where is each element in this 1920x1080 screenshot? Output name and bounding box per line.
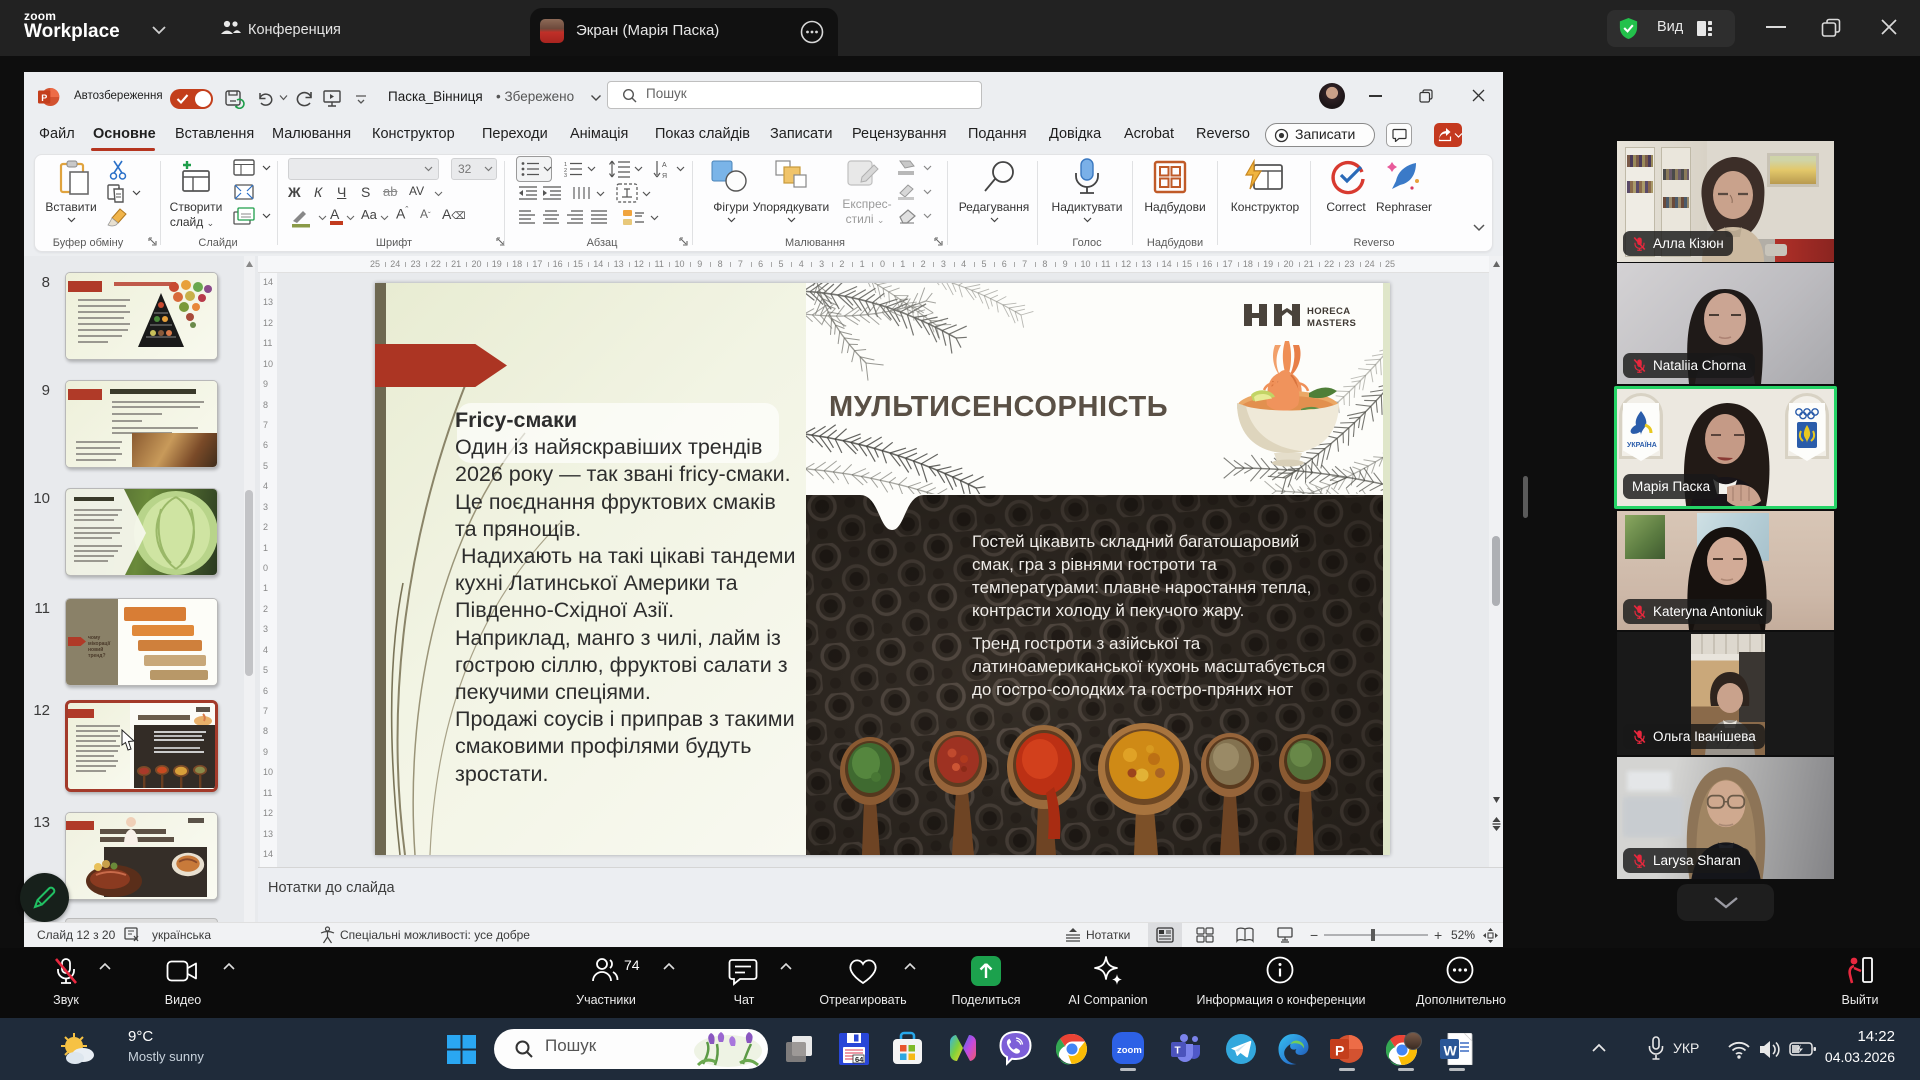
svg-text:P: P	[41, 93, 47, 103]
svg-text:W: W	[1444, 1043, 1458, 1059]
svg-text:УКРАЇНА: УКРАЇНА	[1627, 441, 1657, 449]
svg-text:3: 3	[564, 173, 567, 177]
svg-text:А: А	[662, 162, 667, 169]
svg-text:HORECA: HORECA	[1307, 306, 1351, 317]
svg-text:P: P	[1335, 1043, 1344, 1059]
svg-text:64: 64	[855, 1055, 864, 1064]
svg-text:Я: Я	[662, 173, 667, 179]
svg-text:MASTERS: MASTERS	[1307, 318, 1356, 329]
svg-text:zoom: zoom	[1117, 1045, 1142, 1056]
svg-text:T: T	[1175, 1046, 1181, 1057]
